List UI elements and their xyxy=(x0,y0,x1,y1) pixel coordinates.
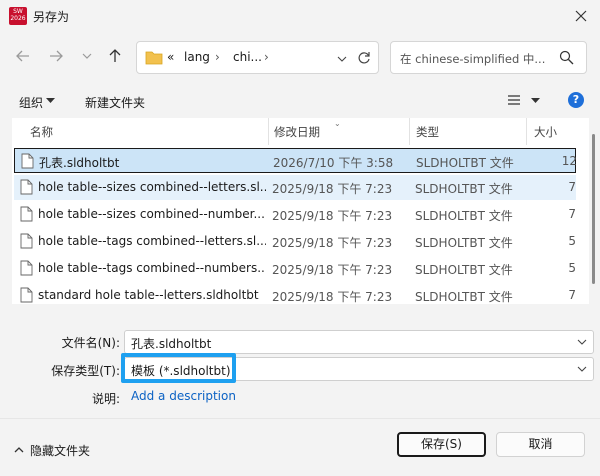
file-row[interactable]: standard hole table--letters.sldholtbt 2… xyxy=(14,283,576,304)
file-type-label: 保存类型(T): xyxy=(51,364,120,378)
help-icon[interactable]: ? xyxy=(568,92,584,108)
file-name: hole table--tags combined--numbers... xyxy=(38,261,266,275)
breadcrumb-overflow[interactable]: « xyxy=(167,50,174,64)
address-bar[interactable]: « lang › chi... › xyxy=(136,41,379,74)
window-title: 另存为 xyxy=(33,10,70,24)
chevron-down-icon xyxy=(82,53,92,59)
save-button[interactable]: 保存(S) xyxy=(397,432,486,457)
file-type: SLDHOLTBT 文件 xyxy=(415,263,513,277)
breadcrumb-separator-icon: › xyxy=(264,50,269,64)
sort-caret-icon: ⌄ xyxy=(334,119,341,128)
breadcrumb-separator-icon: › xyxy=(215,50,220,64)
organize-menu[interactable]: 组织 xyxy=(19,94,43,111)
file-date: 2025/9/18 下午 7:23 xyxy=(272,290,393,304)
search-input[interactable]: 在 chinese-simplified 中... xyxy=(390,41,587,74)
filename-label: 文件名(N): xyxy=(61,336,120,350)
recent-locations-button[interactable] xyxy=(76,45,98,67)
filename-value: 孔表.sldholtbt xyxy=(131,337,212,351)
file-name: hole table--sizes combined--letters.sl..… xyxy=(38,180,266,194)
file-list[interactable]: 名称 ⌄ 修改日期 类型 大小 孔表.sldholtbt 2026/7/10 下… xyxy=(12,118,589,304)
file-date: 2025/9/18 下午 7:23 xyxy=(272,209,393,223)
file-icon xyxy=(20,233,33,249)
file-size: 7 xyxy=(568,180,576,194)
chevron-down-icon[interactable] xyxy=(577,365,587,373)
caret-down-icon xyxy=(46,98,55,103)
up-button[interactable] xyxy=(104,45,126,67)
back-button[interactable] xyxy=(12,45,34,67)
column-type[interactable]: 类型 xyxy=(416,124,439,140)
file-icon xyxy=(20,206,33,222)
solidworks-app-icon: SW 2026 xyxy=(9,7,27,25)
cancel-button[interactable]: 取消 xyxy=(496,432,585,457)
file-name: 孔表.sldholtbt xyxy=(39,156,120,170)
folder-icon xyxy=(145,51,163,65)
file-name: hole table--sizes combined--number... xyxy=(38,207,265,221)
close-icon xyxy=(575,10,587,22)
caret-down-icon[interactable] xyxy=(531,98,540,104)
file-date: 2025/9/18 下午 7:23 xyxy=(272,263,393,277)
column-divider[interactable] xyxy=(526,118,527,145)
file-row[interactable]: hole table--tags combined--letters.sl...… xyxy=(14,229,576,254)
file-row[interactable]: hole table--sizes combined--number... 20… xyxy=(14,202,576,227)
file-type: SLDHOLTBT 文件 xyxy=(415,290,513,304)
vertical-scrollbar[interactable] xyxy=(589,118,597,304)
refresh-icon[interactable] xyxy=(357,51,371,65)
search-icon xyxy=(559,50,574,65)
highlight-box xyxy=(121,353,236,383)
file-date: 2025/9/18 下午 7:23 xyxy=(272,182,393,196)
file-row[interactable]: hole table--tags combined--numbers... 20… xyxy=(14,256,576,281)
arrow-up-icon xyxy=(109,49,121,62)
file-row[interactable]: 孔表.sldholtbt 2026/7/10 下午 3:58 SLDHOLTBT… xyxy=(14,148,577,173)
column-divider[interactable] xyxy=(409,118,410,145)
file-name: standard hole table--letters.sldholtbt xyxy=(38,288,259,302)
column-name[interactable]: 名称 xyxy=(30,124,53,140)
column-divider[interactable] xyxy=(268,118,269,145)
file-date: 2026/7/10 下午 3:58 xyxy=(273,156,394,170)
file-type: SLDHOLTBT 文件 xyxy=(416,156,514,170)
description-label: 说明: xyxy=(91,392,120,406)
file-type: SLDHOLTBT 文件 xyxy=(415,209,513,223)
file-icon xyxy=(21,153,34,169)
title-bar: SW 2026 另存为 xyxy=(0,0,600,32)
file-size: 7 xyxy=(568,207,576,221)
file-row[interactable]: hole table--sizes combined--letters.sl..… xyxy=(14,175,576,200)
column-size[interactable]: 大小 xyxy=(534,124,557,140)
column-date[interactable]: 修改日期 xyxy=(274,124,320,140)
file-type: SLDHOLTBT 文件 xyxy=(415,182,513,196)
chevron-up-icon[interactable] xyxy=(14,446,24,454)
arrow-left-icon xyxy=(16,50,29,62)
file-icon xyxy=(20,287,33,303)
file-size: 7 xyxy=(568,288,576,302)
file-icon xyxy=(20,179,33,195)
file-size: 12 xyxy=(561,154,577,168)
view-options-icon[interactable] xyxy=(507,94,521,106)
chevron-down-icon[interactable] xyxy=(577,338,587,346)
scrollbar-thumb[interactable] xyxy=(592,134,595,284)
breadcrumb-chinese[interactable]: chi... xyxy=(233,50,262,64)
column-header: 名称 ⌄ 修改日期 类型 大小 xyxy=(12,118,589,145)
arrow-right-icon xyxy=(50,50,63,62)
chevron-down-icon[interactable] xyxy=(337,54,347,64)
file-date: 2025/9/18 下午 7:23 xyxy=(272,236,393,250)
filename-field[interactable]: 孔表.sldholtbt xyxy=(124,330,594,354)
new-folder-button[interactable]: 新建文件夹 xyxy=(85,94,145,111)
file-size: 5 xyxy=(568,234,576,248)
file-icon xyxy=(20,260,33,276)
file-type: SLDHOLTBT 文件 xyxy=(415,236,513,250)
forward-button[interactable] xyxy=(45,45,67,67)
close-button[interactable] xyxy=(568,3,594,29)
add-description-link[interactable]: Add a description xyxy=(131,389,236,403)
breadcrumb-lang[interactable]: lang xyxy=(184,50,210,64)
search-placeholder: 在 chinese-simplified 中... xyxy=(400,52,546,66)
file-name: hole table--tags combined--letters.sl... xyxy=(38,234,266,248)
hide-folders-toggle[interactable]: 隐藏文件夹 xyxy=(30,442,90,459)
file-size: 5 xyxy=(568,261,576,275)
